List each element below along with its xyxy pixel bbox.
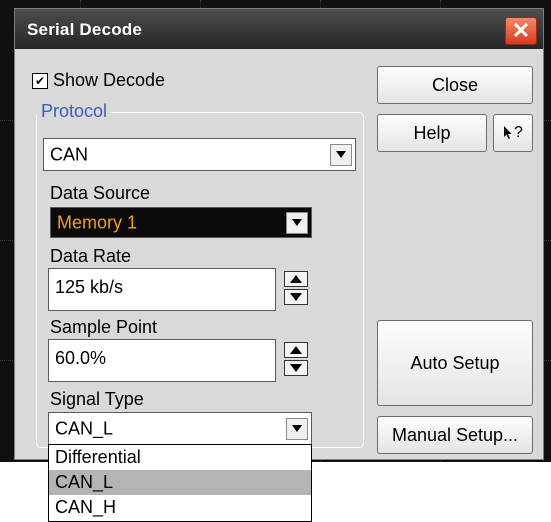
triangle-up-icon (290, 346, 302, 354)
data-rate-spinner (284, 271, 310, 305)
sample-point-input[interactable]: 60.0% (48, 339, 276, 382)
signal-type-dropdown-button[interactable] (286, 417, 308, 440)
signal-type-option-can-h[interactable]: CAN_H (49, 495, 311, 520)
triangle-up-icon (290, 275, 302, 283)
close-button-label: Close (431, 74, 479, 95)
sample-point-decrement-button[interactable] (284, 360, 308, 376)
data-rate-increment-button[interactable] (284, 271, 308, 287)
data-rate-label: Data Rate (50, 246, 132, 266)
data-source-select[interactable]: Memory 1 (50, 207, 312, 238)
close-icon: ✕ (511, 18, 531, 43)
chevron-down-icon (292, 219, 302, 226)
signal-type-option-can-l[interactable]: CAN_L (49, 470, 311, 495)
data-source-dropdown-button[interactable] (286, 211, 308, 234)
auto-setup-button[interactable]: Auto Setup (377, 320, 533, 406)
triangle-down-icon (290, 364, 302, 372)
window-close-button[interactable]: ✕ (505, 17, 537, 45)
checkbox-box[interactable]: ✔ (32, 72, 48, 89)
sample-point-increment-button[interactable] (284, 342, 308, 358)
protocol-dropdown-button[interactable] (330, 143, 352, 166)
signal-type-label: Signal Type (50, 389, 144, 409)
help-button-label: Help (413, 122, 451, 143)
sample-point-label: Sample Point (50, 317, 158, 337)
protocol-group-label: Protocol (37, 101, 112, 122)
data-rate-input[interactable]: 125 kb/s (48, 268, 276, 311)
show-decode-label: Show Decode (53, 70, 166, 90)
help-button[interactable]: Help (377, 114, 487, 152)
protocol-select[interactable]: CAN (43, 138, 356, 171)
data-rate-value: 125 kb/s (55, 277, 124, 297)
signal-type-value: CAN_L (55, 418, 114, 438)
signal-type-select[interactable]: CAN_L (48, 412, 312, 445)
sample-point-spinner (284, 342, 310, 376)
data-rate-decrement-button[interactable] (284, 289, 308, 305)
triangle-down-icon (290, 293, 302, 301)
manual-setup-button-label: Manual Setup... (391, 424, 519, 445)
chevron-down-icon (292, 425, 302, 432)
protocol-value: CAN (50, 144, 89, 164)
signal-type-options: Differential CAN_L CAN_H (48, 444, 312, 522)
data-source-value: Memory 1 (57, 212, 138, 232)
show-decode-checkbox[interactable]: ✔ Show Decode (32, 70, 165, 91)
title-bar[interactable]: Serial Decode ✕ (15, 9, 543, 49)
signal-type-option-differential[interactable]: Differential (49, 445, 311, 470)
close-button[interactable]: Close (377, 66, 533, 104)
chevron-down-icon (336, 151, 346, 158)
sample-point-value: 60.0% (55, 348, 107, 368)
whats-this-button[interactable]: ? (493, 114, 533, 152)
manual-setup-button[interactable]: Manual Setup... (377, 416, 533, 454)
data-source-label: Data Source (50, 183, 151, 203)
window-title: Serial Decode (27, 20, 143, 39)
pointer-help-icon: ? (503, 124, 523, 142)
auto-setup-button-label: Auto Setup (410, 352, 500, 373)
checkmark-icon: ✔ (34, 73, 46, 88)
